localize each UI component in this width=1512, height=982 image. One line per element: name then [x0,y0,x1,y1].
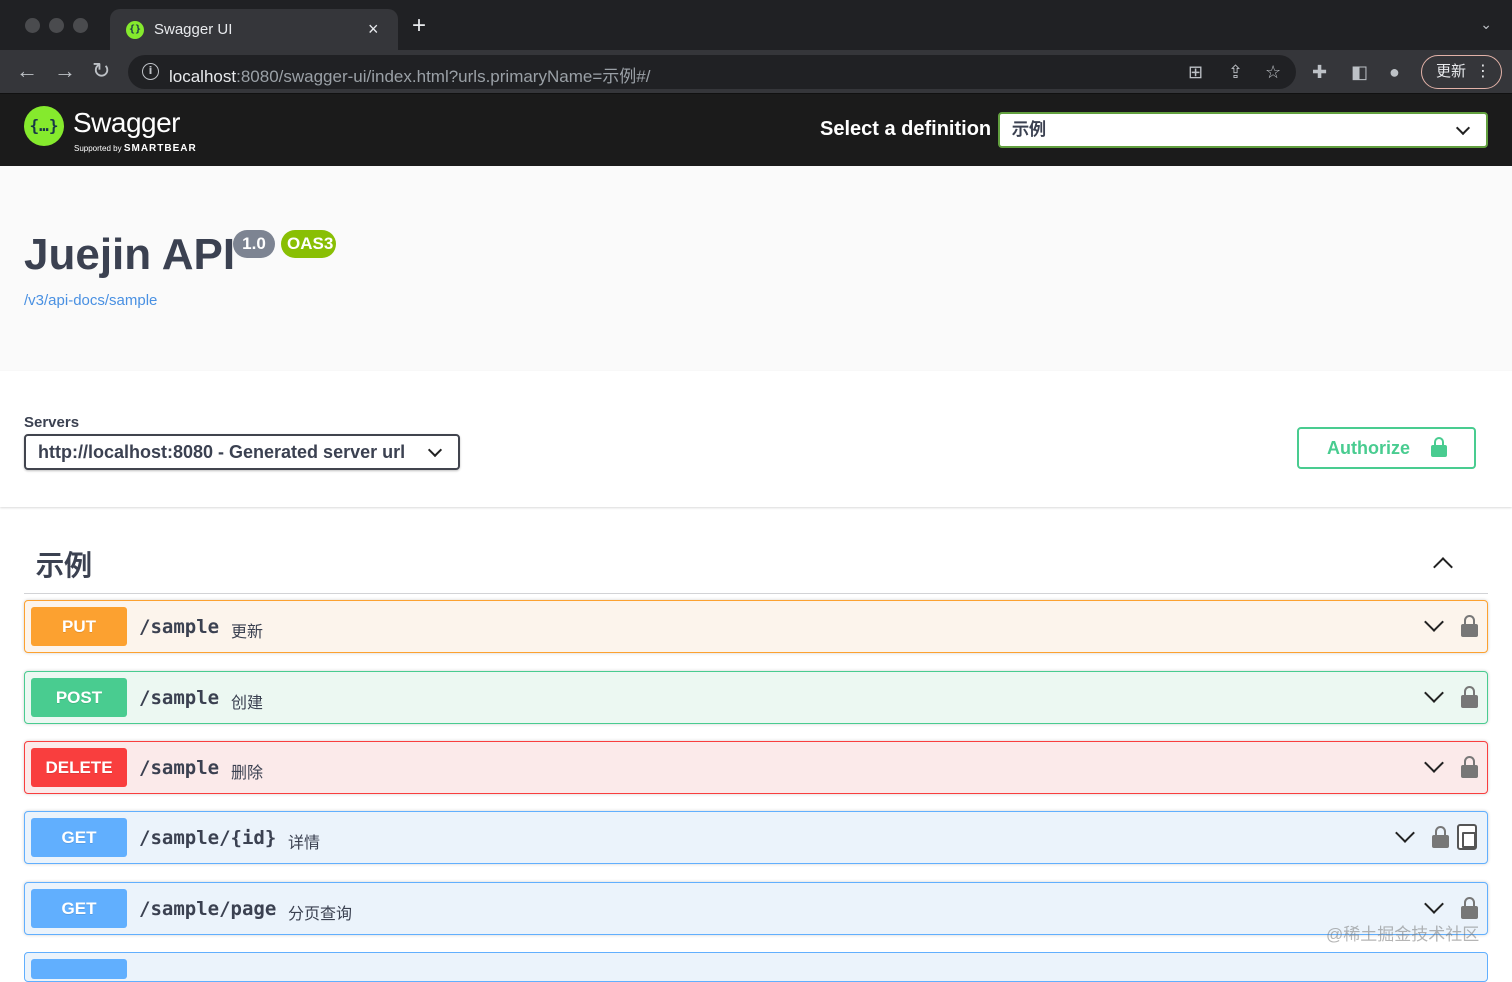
lock-icon[interactable] [1461,615,1478,637]
operation-path: /sample/{id} [139,827,277,849]
chevron-down-icon[interactable] [1424,612,1444,632]
api-docs-link[interactable]: /v3/api-docs/sample [24,292,157,309]
definition-label: Select a definition [820,118,992,140]
operation-post-sample[interactable]: POST /sample 创建 [24,671,1488,724]
method-badge [31,959,127,979]
tab-search-chevron-icon[interactable]: ⌄ [1480,16,1492,33]
browser-tab-bar: {} Swagger UI × + ⌄ [0,0,1512,50]
reload-icon[interactable]: ↻ [92,59,110,83]
servers-label: Servers [24,414,80,431]
back-arrow-icon[interactable]: ← [16,59,38,83]
tab-close-icon[interactable]: × [368,18,379,40]
operation-get-sample-id[interactable]: GET /sample/{id} 详情 [24,811,1488,864]
minimize-window-button[interactable] [49,18,64,33]
method-badge: DELETE [31,748,127,787]
logo-subtitle: Supported by SMARTBEAR [74,143,197,154]
operation-path: /sample [139,687,220,709]
operation-path: /sample/page [139,898,277,920]
swagger-logo-icon[interactable]: {…} [24,106,64,146]
method-badge: PUT [31,607,127,646]
operation-partial-next[interactable] [24,952,1488,982]
lock-icon[interactable] [1461,686,1478,708]
maximize-window-button[interactable] [73,18,88,33]
operation-summary: 删除 [231,765,264,782]
swagger-favicon-icon: {} [126,21,144,39]
definition-select[interactable]: 示例 [998,112,1488,148]
bookmark-star-icon[interactable]: ☆ [1265,61,1281,83]
tag-header-sample[interactable]: 示例 [24,530,1488,594]
method-badge: POST [31,678,127,717]
chevron-down-icon[interactable] [1424,753,1444,773]
chevron-down-icon[interactable] [1395,823,1415,843]
method-badge: GET [31,818,127,857]
operation-delete-sample[interactable]: DELETE /sample 删除 [24,741,1488,794]
site-info-icon[interactable]: i [142,63,159,80]
copy-to-clipboard-icon[interactable] [1457,824,1477,850]
api-title: Juejin API [24,230,236,279]
close-window-button[interactable] [25,18,40,33]
address-bar[interactable]: i localhost:8080/swagger-ui/index.html?u… [128,55,1296,89]
operation-put-sample[interactable]: PUT /sample 更新 [24,600,1488,653]
operation-path: /sample [139,757,220,779]
forward-arrow-icon[interactable]: → [54,59,76,83]
browser-toolbar: ← → ↻ i localhost:8080/swagger-ui/index.… [0,50,1512,94]
lock-icon[interactable] [1461,756,1478,778]
side-panel-icon[interactable]: ◧ [1351,61,1368,83]
swagger-topbar: {…} Swagger Supported by SMARTBEAR Selec… [0,94,1512,166]
chevron-up-icon[interactable] [1433,557,1453,577]
lock-icon[interactable] [1461,897,1478,919]
tab-title: Swagger UI [154,21,233,38]
update-button[interactable]: 更新 ⋮ [1421,55,1502,89]
watermark: @稀土掘金技术社区 [1326,925,1480,944]
translate-icon[interactable]: ⊞ [1188,61,1203,83]
operation-path: /sample [139,616,220,638]
chevron-down-icon [1455,120,1471,136]
method-badge: GET [31,889,127,928]
tag-title: 示例 [36,550,93,581]
operation-summary: 创建 [231,695,264,712]
operation-summary: 更新 [231,624,264,641]
chevron-down-icon [427,442,443,458]
authorize-button[interactable]: Authorize [1297,427,1476,469]
version-badge: 1.0 [233,230,275,258]
browser-tab[interactable]: {} Swagger UI × [110,9,398,50]
new-tab-button[interactable]: + [412,14,426,38]
servers-section: Servers http://localhost:8080 - Generate… [0,371,1512,507]
lock-icon[interactable] [1432,826,1449,848]
api-info: Juejin API 1.0 OAS3 /v3/api-docs/sample [0,166,1512,371]
unlock-icon [1431,437,1447,457]
url-text[interactable]: localhost:8080/swagger-ui/index.html?url… [169,62,650,87]
more-menu-icon[interactable]: ⋮ [1475,56,1491,88]
servers-select[interactable]: http://localhost:8080 - Generated server… [24,434,460,470]
extensions-puzzle-icon[interactable]: ✚ [1312,61,1327,83]
chevron-down-icon[interactable] [1424,894,1444,914]
oas-badge: OAS3 [281,230,336,258]
logo-text[interactable]: Swagger [73,107,181,139]
profile-avatar-icon[interactable]: ● [1389,61,1400,83]
operation-summary: 详情 [288,835,321,852]
share-icon[interactable]: ⇪ [1228,61,1243,83]
chevron-down-icon[interactable] [1424,683,1444,703]
operation-get-sample-page[interactable]: GET /sample/page 分页查询 [24,882,1488,935]
operation-summary: 分页查询 [288,906,353,923]
